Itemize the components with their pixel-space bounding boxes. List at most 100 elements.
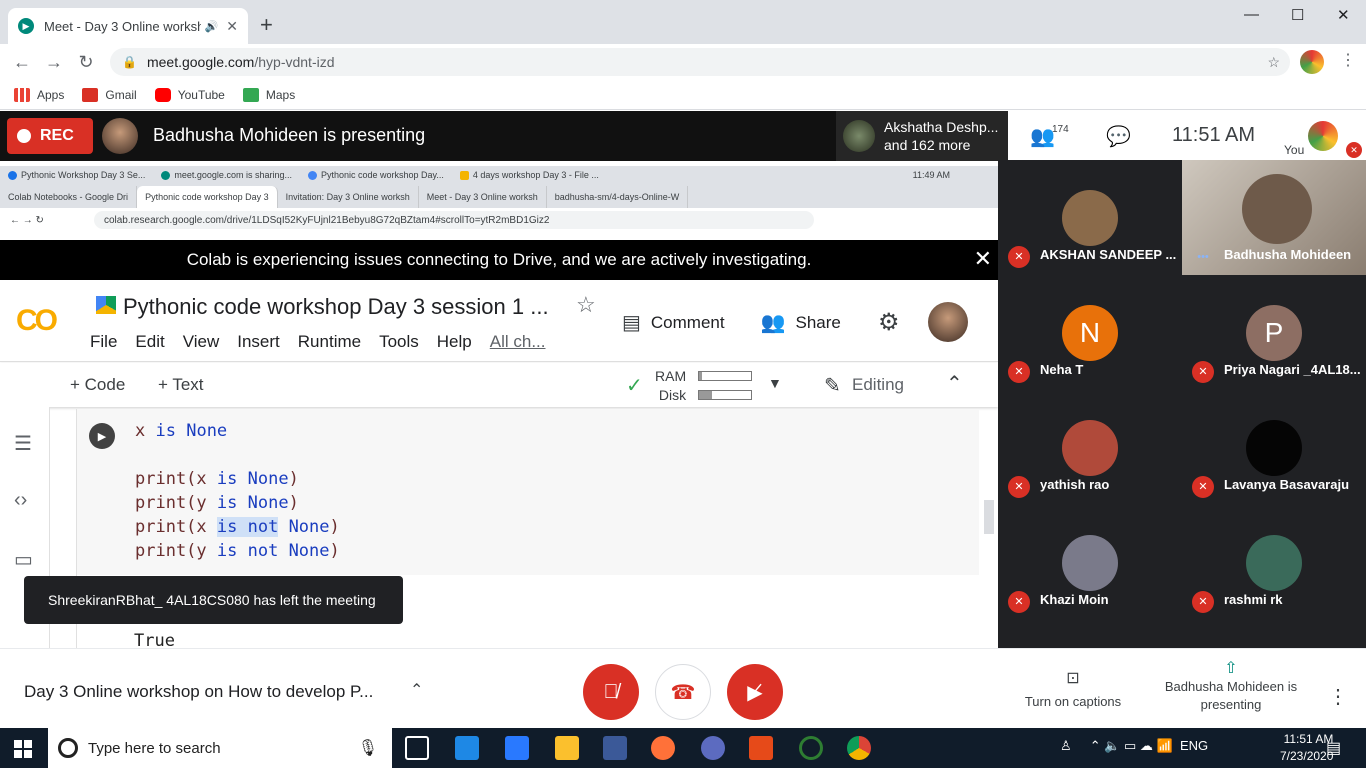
os-tab-label: meet.google.com is sharing... xyxy=(174,170,292,180)
participant-avatar xyxy=(1062,190,1118,246)
code-token: x xyxy=(135,421,156,441)
bookmark-youtube[interactable]: YouTube xyxy=(154,87,225,102)
presentation-button[interactable]: ⇧ Badhusha Mohideen is presenting xyxy=(1156,660,1306,714)
participant-tile[interactable]: ✕ AKSHAN SANDEEP ... xyxy=(998,160,1182,275)
leave-call-button[interactable]: ☎ xyxy=(655,664,711,720)
os-tab-label: 4 days workshop Day 3 - File ... xyxy=(472,170,599,180)
chevron-up-icon[interactable]: ⌃ xyxy=(410,680,423,700)
drive-issue-banner: Colab is experiencing issues connecting … xyxy=(0,240,998,280)
muted-mic-icon: ✕ xyxy=(1346,142,1362,158)
inner-url: colab.research.google.com/drive/1LDSqI52… xyxy=(93,211,814,229)
maximize-button[interactable]: ☐ xyxy=(1291,6,1304,24)
bookmark-gmail[interactable]: Gmail xyxy=(82,87,137,102)
menu-runtime: Runtime xyxy=(297,332,362,351)
pinned-more: and 162 more xyxy=(884,137,971,153)
microphone-icon[interactable]: 🎙 xyxy=(358,738,378,758)
ram-fill xyxy=(699,372,702,380)
participant-tile[interactable]: P ✕ Priya Nagari _4AL18... xyxy=(1182,275,1366,390)
muted-mic-icon: ✕ xyxy=(1008,476,1030,498)
resource-labels: RAM Disk xyxy=(655,367,686,405)
folder-icon xyxy=(459,170,469,180)
presenting-text: Badhusha Mohideen is presenting xyxy=(153,125,426,145)
back-button[interactable]: ← xyxy=(6,52,38,73)
task-view-icon[interactable] xyxy=(405,736,429,760)
inner-browser-tabs: Colab Notebooks - Google Dri Pythonic co… xyxy=(0,184,998,208)
toc-icon: ☰ xyxy=(14,433,32,455)
people-count: 174 xyxy=(1052,124,1069,135)
meeting-title[interactable]: Day 3 Online workshop on How to develop … xyxy=(24,682,373,702)
hang-up-icon: ☎ xyxy=(670,681,696,704)
inner-tab-label: Invitation: Day 3 Online worksh xyxy=(285,192,410,202)
new-tab-button[interactable]: + xyxy=(260,12,273,38)
participant-name: rashmi rk xyxy=(1224,592,1283,607)
menu-kebab-icon[interactable]: ⋮ xyxy=(1340,50,1356,70)
add-code-button: + Code xyxy=(70,375,126,394)
participant-tile[interactable]: ••• Badhusha Mohideen xyxy=(1182,160,1366,275)
minimize-button[interactable]: — xyxy=(1244,6,1259,23)
rec-label: REC xyxy=(40,127,74,144)
participant-tile[interactable]: ✕ rashmi rk xyxy=(1182,505,1366,620)
output-line: True xyxy=(134,631,175,648)
menu-view: View xyxy=(182,332,220,351)
participant-name: AKSHAN SANDEEP ... xyxy=(1040,247,1177,262)
chrome-taskbar-icon[interactable] xyxy=(847,736,871,760)
mic-off-button[interactable]: 🎙̸ xyxy=(583,664,639,720)
search-placeholder: Type here to search xyxy=(88,739,221,757)
participant-tile[interactable]: ✕ yathish rao xyxy=(998,390,1182,505)
reload-button[interactable]: ↻ xyxy=(70,52,102,73)
bookmark-apps[interactable]: Apps xyxy=(14,87,64,102)
code-token: print(y xyxy=(135,541,217,561)
close-tab-icon[interactable]: ✕ xyxy=(226,18,238,35)
code-keyword: None xyxy=(247,469,289,489)
address-bar[interactable]: 🔒 meet.google.com/hyp-vdnt-izd ☆ xyxy=(110,48,1290,76)
recording-indicator[interactable]: REC xyxy=(7,118,93,154)
camera-off-button[interactable]: ▶̸ xyxy=(727,664,783,720)
system-tray[interactable]: ♙ ⌃ 🔈 ▭ ☁ 📶 ENG xyxy=(1060,738,1208,754)
mail-icon[interactable] xyxy=(455,736,479,760)
code-line: print(x is not None) xyxy=(135,515,340,539)
notification-icon[interactable]: ▤ xyxy=(1326,738,1341,758)
participant-avatar xyxy=(1246,420,1302,476)
files-folder-icon: ▭ xyxy=(14,549,33,571)
lock-icon: 🔒 xyxy=(122,55,137,69)
presenter-avatar xyxy=(102,118,138,154)
os-tab: meet.google.com is sharing... xyxy=(153,170,300,180)
firefox-icon[interactable] xyxy=(651,736,675,760)
more-options-icon[interactable]: ⋮ xyxy=(1328,684,1348,709)
code-keyword: None xyxy=(288,517,330,537)
participant-tile[interactable]: N ✕ Neha T xyxy=(998,275,1182,390)
chat-icon[interactable]: 💬 xyxy=(1106,124,1131,149)
ram-bar xyxy=(698,371,752,381)
captions-button[interactable]: ⊡ Turn on captions xyxy=(1010,668,1136,709)
you-label: You xyxy=(1284,143,1305,157)
your-avatar[interactable] xyxy=(1308,121,1338,151)
code-token: ) xyxy=(329,517,340,537)
facebook-icon[interactable] xyxy=(603,736,627,760)
gear-icon: ⚙ xyxy=(878,309,900,336)
circle-app-icon[interactable] xyxy=(799,736,823,760)
participant-name: Neha T xyxy=(1040,362,1084,377)
bookmark-star-icon[interactable]: ☆ xyxy=(1267,54,1280,71)
eclipse-icon[interactable] xyxy=(701,736,725,760)
left-meeting-toast: ShreekiranRBhat_ 4AL18CS080 has left the… xyxy=(24,576,403,624)
os-window-tabs: Pythonic Workshop Day 3 Se... meet.googl… xyxy=(0,166,998,184)
participant-tile[interactable]: ✕ Khazi Moin xyxy=(998,505,1182,620)
profile-avatar[interactable] xyxy=(1300,50,1324,74)
windows-start-icon[interactable] xyxy=(14,740,32,758)
browser-tab-meet[interactable]: ▶ Meet - Day 3 Online worksho 🔊 ✕ xyxy=(8,8,248,44)
file-explorer-icon[interactable] xyxy=(555,736,579,760)
bookmark-maps[interactable]: Maps xyxy=(242,87,295,102)
colab-avatar xyxy=(928,302,968,342)
taskbar-search[interactable]: Type here to search 🎙 xyxy=(48,728,392,768)
code-keyword: None xyxy=(247,493,289,513)
bookmarks-bar: Apps Gmail YouTube Maps xyxy=(0,80,1366,110)
app-icon[interactable] xyxy=(749,736,773,760)
forward-button[interactable]: → xyxy=(38,52,70,73)
participant-tile[interactable]: ✕ Lavanya Basavaraju xyxy=(1182,390,1366,505)
chevron-down-icon: ▼ xyxy=(768,375,782,391)
code-line: print(y is not None) xyxy=(135,539,340,563)
close-window-button[interactable]: ✕ xyxy=(1337,6,1350,24)
store-icon[interactable] xyxy=(505,736,529,760)
